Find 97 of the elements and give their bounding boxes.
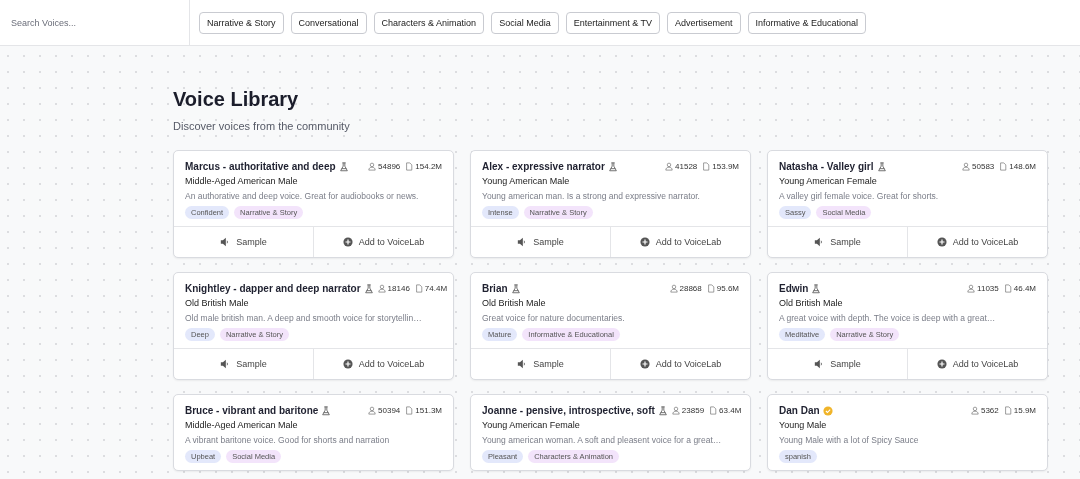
speaker-icon: [220, 359, 231, 369]
page-title: Voice Library: [173, 88, 300, 111]
add-button[interactable]: Add to VoiceLab: [610, 349, 750, 379]
voice-description: Young american man. Is a strong and expressive narrator.: [482, 191, 701, 201]
filter-chip[interactable]: Conversational: [290, 11, 367, 34]
user-count: 50583: [962, 162, 995, 171]
sample-button[interactable]: Sample: [471, 349, 610, 379]
filter-chip[interactable]: Entertainment & TV: [565, 11, 661, 34]
sample-button[interactable]: Sample: [471, 227, 610, 257]
user-count: 50394: [368, 406, 401, 415]
file-icon: [709, 406, 718, 415]
voice-description: An authorative and deep voice. Great for audiobooks or news.: [185, 191, 420, 201]
file-size: 148.6M: [999, 162, 1036, 171]
voice-type: Old British Male: [779, 298, 844, 308]
add-button[interactable]: Add to VoiceLab: [907, 349, 1047, 379]
filter-chip[interactable]: Characters & Animation: [373, 11, 485, 34]
filter-chip[interactable]: Advertisement: [667, 11, 741, 34]
search-field[interactable]: Search Voices...: [0, 11, 189, 34]
file-icon: [405, 162, 414, 171]
voice-name: Edwin: [779, 283, 809, 294]
file-size: 151.3M: [405, 406, 442, 415]
person-icon: [368, 406, 377, 415]
speaker-icon: [517, 359, 528, 369]
voice-description: Old male british man. A deep and smooth voice for storytellin…: [185, 313, 423, 323]
person-icon: [671, 406, 680, 415]
voice-type: Old British Male: [185, 298, 250, 308]
file-icon: [414, 284, 423, 293]
filter-chip[interactable]: Social Media: [491, 11, 559, 34]
person-icon: [970, 406, 979, 415]
plus-circle-icon: [936, 359, 947, 369]
sample-button[interactable]: Sample: [768, 349, 907, 379]
voice-description: Young Male with a lot of Spicy Sauce: [779, 435, 920, 445]
sample-button[interactable]: Sample: [174, 349, 313, 379]
voice-type: Young American Male: [482, 176, 571, 186]
person-icon: [967, 284, 976, 293]
file-icon: [706, 284, 715, 293]
person-icon: [665, 162, 674, 171]
voice-name: Natasha - Valley girl: [779, 161, 874, 172]
voice-name: Knightley - dapper and deep narrator: [185, 283, 361, 294]
add-button[interactable]: Add to VoiceLab: [907, 227, 1047, 257]
person-icon: [368, 162, 377, 171]
user-count: 18146: [377, 284, 410, 293]
speaker-icon: [814, 359, 825, 369]
user-count: 23859: [671, 406, 705, 415]
user-count: 28868: [669, 284, 702, 293]
voice-name: Alex - expressive narrator: [482, 161, 605, 172]
user-count: 54896: [368, 162, 401, 171]
sample-button[interactable]: Sample: [768, 227, 907, 257]
voice-name: Bruce - vibrant and baritone: [185, 405, 319, 416]
add-button[interactable]: Add to VoiceLab: [610, 227, 750, 257]
voice-description: A great voice with depth. The voice is deep with a great…: [779, 313, 997, 323]
voice-description: A vibrant baritone voice. Good for shorts and narration: [185, 435, 391, 445]
speaker-icon: [517, 237, 528, 247]
voice-description: Great voice for nature documentaries.: [482, 313, 626, 323]
file-size: 46.4M: [1003, 284, 1036, 293]
person-icon: [962, 162, 971, 171]
voice-type: Old British Male: [482, 298, 547, 308]
plus-circle-icon: [639, 237, 650, 247]
file-size: 95.6M: [706, 284, 739, 293]
voice-name: Marcus - authoritative and deep: [185, 161, 336, 172]
speaker-icon: [220, 237, 231, 247]
person-icon: [377, 284, 386, 293]
voice-name: Brian: [482, 283, 508, 294]
add-button[interactable]: Add to VoiceLab: [313, 349, 453, 379]
person-icon: [669, 284, 678, 293]
plus-circle-icon: [342, 237, 353, 247]
file-size: 154.2M: [405, 162, 442, 171]
voice-type: Middle-Aged American Male: [185, 420, 299, 430]
file-icon: [1003, 406, 1012, 415]
file-icon: [1003, 284, 1012, 293]
voice-name: Joanne - pensive, introspective, soft: [482, 405, 655, 416]
file-icon: [405, 406, 414, 415]
voice-type: Young Male: [779, 420, 828, 430]
plus-circle-icon: [342, 359, 353, 369]
user-count: 41528: [665, 162, 698, 171]
voice-name: Dan Dan: [779, 405, 820, 416]
speaker-icon: [814, 237, 825, 247]
voice-type: Young American Female: [779, 176, 878, 186]
voice-description: A valley girl female voice. Great for shorts.: [779, 191, 940, 201]
sample-button[interactable]: Sample: [174, 227, 313, 257]
plus-circle-icon: [936, 237, 947, 247]
file-size: 153.9M: [702, 162, 739, 171]
filter-chip[interactable]: Narrative & Story: [199, 11, 284, 34]
file-size: 74.4M: [414, 284, 448, 293]
file-size: 15.9M: [1003, 406, 1036, 415]
add-button[interactable]: Add to VoiceLab: [313, 227, 453, 257]
plus-circle-icon: [639, 359, 650, 369]
user-count: 11035: [967, 284, 999, 293]
file-size: 63.4M: [709, 406, 742, 415]
filter-chip[interactable]: Informative & Educational: [747, 11, 867, 34]
file-icon: [999, 162, 1008, 171]
voice-type: Middle-Aged American Male: [185, 176, 299, 186]
page-subtitle: Discover voices from the community: [173, 120, 351, 132]
voice-type: Young American Female: [482, 420, 581, 430]
voice-description: Young american woman. A soft and pleasent voice for a great…: [482, 435, 723, 445]
user-count: 5362: [970, 406, 999, 415]
file-icon: [702, 162, 711, 171]
